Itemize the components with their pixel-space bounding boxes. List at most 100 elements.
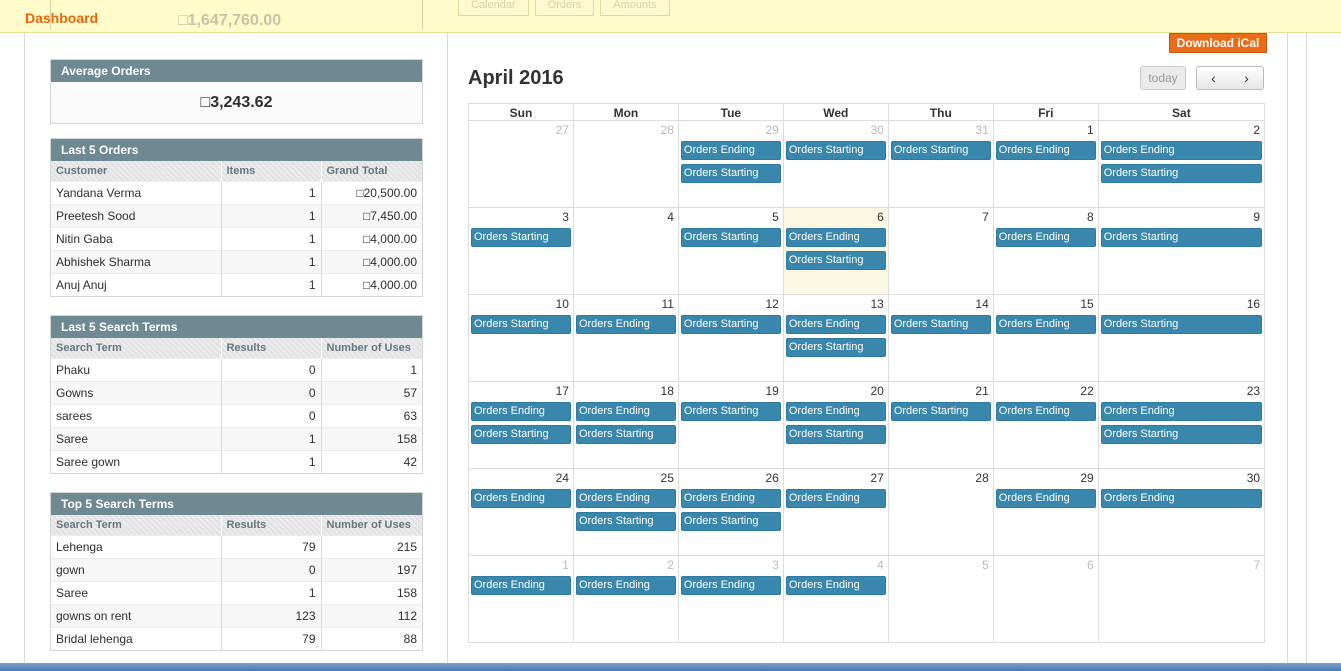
calendar-event[interactable]: Orders Starting — [890, 402, 991, 421]
calendar-day[interactable]: 19 Orders Starting — [677, 382, 783, 469]
calendar-event[interactable]: Orders Starting — [680, 512, 781, 531]
calendar-day[interactable]: 2 Orders Ending Orders Starting — [1097, 121, 1266, 208]
calendar-event[interactable]: Orders Ending — [575, 489, 676, 508]
calendar-day[interactable]: 24 Orders Ending — [468, 469, 573, 556]
table-row[interactable]: Anuj Anuj 1 □4,000.00 — [51, 273, 422, 296]
column-header-results[interactable]: Results — [221, 515, 322, 536]
calendar-event[interactable]: Orders Ending — [995, 402, 1096, 421]
calendar-event[interactable]: Orders Ending — [680, 576, 781, 595]
calendar-day[interactable]: 9 Orders Starting — [1097, 208, 1266, 295]
calendar-event[interactable]: Orders Ending — [575, 315, 676, 334]
calendar-day[interactable]: 30 Orders Ending — [1097, 469, 1266, 556]
calendar-day[interactable]: 12 Orders Starting — [677, 295, 783, 382]
column-header-results[interactable]: Results — [221, 338, 322, 359]
calendar-event[interactable]: Orders Starting — [890, 141, 991, 160]
calendar-event[interactable]: Orders Starting — [785, 251, 886, 270]
calendar-day[interactable]: 25 Orders Ending Orders Starting — [572, 469, 678, 556]
column-header-grand-total[interactable]: Grand Total — [321, 161, 422, 182]
table-row[interactable]: Lehenga 79 215 — [51, 535, 422, 559]
calendar-day[interactable]: 4 — [572, 208, 678, 295]
calendar-day[interactable]: 23 Orders Ending Orders Starting — [1097, 382, 1266, 469]
calendar-event[interactable]: Orders Ending — [995, 141, 1096, 160]
previous-month-button[interactable]: ‹ — [1196, 66, 1231, 90]
column-header-search-term[interactable]: Search Term — [51, 338, 222, 359]
calendar-day[interactable]: 5 — [887, 556, 993, 643]
table-row[interactable]: Preetesh Sood 1 □7,450.00 — [51, 204, 422, 228]
column-header-number-of-uses[interactable]: Number of Uses — [321, 338, 422, 359]
table-row[interactable]: gown 0 197 — [51, 558, 422, 582]
table-row[interactable]: Saree 1 158 — [51, 581, 422, 605]
calendar-day[interactable]: 10 Orders Starting — [468, 295, 573, 382]
calendar-day[interactable]: 4 Orders Ending — [782, 556, 888, 643]
calendar-event[interactable]: Orders Starting — [890, 315, 991, 334]
calendar-day[interactable]: 31 Orders Starting — [887, 121, 993, 208]
calendar-day[interactable]: 16 Orders Starting — [1097, 295, 1266, 382]
table-row[interactable]: Phaku 0 1 — [51, 358, 422, 382]
calendar-day[interactable]: 7 — [1097, 556, 1266, 643]
calendar-event[interactable]: Orders Ending — [471, 489, 571, 508]
calendar-day-today[interactable]: 6 Orders Ending Orders Starting — [782, 208, 888, 295]
calendar-event[interactable]: Orders Starting — [471, 228, 571, 247]
table-row[interactable]: Abhishek Sharma 1 □4,000.00 — [51, 250, 422, 274]
calendar-day[interactable]: 3 Orders Starting — [468, 208, 573, 295]
table-row[interactable]: Nitin Gaba 1 □4,000.00 — [51, 227, 422, 251]
calendar-event[interactable]: Orders Starting — [1100, 164, 1263, 183]
calendar-event[interactable]: Orders Starting — [680, 402, 781, 421]
calendar-event[interactable]: Orders Ending — [995, 315, 1096, 334]
calendar-event[interactable]: Orders Starting — [471, 315, 571, 334]
calendar-event[interactable]: Orders Ending — [785, 315, 886, 334]
calendar-event[interactable]: Orders Starting — [575, 512, 676, 531]
calendar-event[interactable]: Orders Starting — [680, 164, 781, 183]
calendar-day[interactable]: 2 Orders Ending — [572, 556, 678, 643]
calendar-event[interactable]: Orders Ending — [471, 576, 571, 595]
table-row[interactable]: Saree 1 158 — [51, 427, 422, 451]
calendar-event[interactable]: Orders Starting — [785, 338, 886, 357]
table-row[interactable]: sarees 0 63 — [51, 404, 422, 428]
calendar-day[interactable]: 26 Orders Ending Orders Starting — [677, 469, 783, 556]
calendar-day[interactable]: 28 — [887, 469, 993, 556]
calendar-event[interactable]: Orders Starting — [785, 141, 886, 160]
calendar-event[interactable]: Orders Ending — [785, 489, 886, 508]
calendar-day[interactable]: 27 — [468, 121, 573, 208]
calendar-day[interactable]: 15 Orders Ending — [992, 295, 1098, 382]
calendar-event[interactable]: Orders Starting — [471, 425, 571, 444]
column-header-number-of-uses[interactable]: Number of Uses — [321, 515, 422, 536]
calendar-event[interactable]: Orders Starting — [1100, 425, 1263, 444]
calendar-day[interactable]: 5 Orders Starting — [677, 208, 783, 295]
calendar-day[interactable]: 6 — [992, 556, 1098, 643]
column-header-items[interactable]: Items — [221, 161, 322, 182]
calendar-event[interactable]: Orders Ending — [680, 141, 781, 160]
today-button[interactable]: today — [1140, 66, 1186, 90]
calendar-event[interactable]: Orders Ending — [575, 402, 676, 421]
calendar-day[interactable]: 1 Orders Ending — [468, 556, 573, 643]
calendar-event[interactable]: Orders Ending — [1100, 402, 1263, 421]
download-ical-button[interactable]: Download iCal — [1169, 33, 1267, 53]
calendar-event[interactable]: Orders Ending — [785, 402, 886, 421]
tab-amounts[interactable]: Amounts — [600, 0, 670, 16]
calendar-event[interactable]: Orders Ending — [680, 489, 781, 508]
calendar-event[interactable]: Orders Ending — [1100, 489, 1263, 508]
calendar-day[interactable]: 27 Orders Ending — [782, 469, 888, 556]
calendar-day[interactable]: 17 Orders Ending Orders Starting — [468, 382, 573, 469]
calendar-event[interactable]: Orders Starting — [1100, 228, 1263, 247]
calendar-day[interactable]: 30 Orders Starting — [782, 121, 888, 208]
calendar-event[interactable]: Orders Ending — [785, 228, 886, 247]
calendar-event[interactable]: Orders Starting — [680, 228, 781, 247]
tab-calendar[interactable]: Calendar — [458, 0, 529, 16]
column-header-search-term[interactable]: Search Term — [51, 515, 222, 536]
calendar-day[interactable]: 1 Orders Ending — [992, 121, 1098, 208]
calendar-event[interactable]: Orders Starting — [785, 425, 886, 444]
calendar-event[interactable]: Orders Ending — [471, 402, 571, 421]
calendar-day[interactable]: 3 Orders Ending — [677, 556, 783, 643]
calendar-event[interactable]: Orders Starting — [575, 425, 676, 444]
calendar-event[interactable]: Orders Starting — [680, 315, 781, 334]
calendar-event[interactable]: Orders Ending — [1100, 141, 1263, 160]
calendar-day[interactable]: 13 Orders Ending Orders Starting — [782, 295, 888, 382]
table-row[interactable]: gowns on rent 123 112 — [51, 604, 422, 628]
table-row[interactable]: Gowns 0 57 — [51, 381, 422, 405]
calendar-day[interactable]: 18 Orders Ending Orders Starting — [572, 382, 678, 469]
calendar-day[interactable]: 8 Orders Ending — [992, 208, 1098, 295]
tab-orders[interactable]: Orders — [534, 0, 595, 16]
table-row[interactable]: Yandana Verma 1 □20,500.00 — [51, 181, 422, 205]
calendar-day[interactable]: 14 Orders Starting — [887, 295, 993, 382]
